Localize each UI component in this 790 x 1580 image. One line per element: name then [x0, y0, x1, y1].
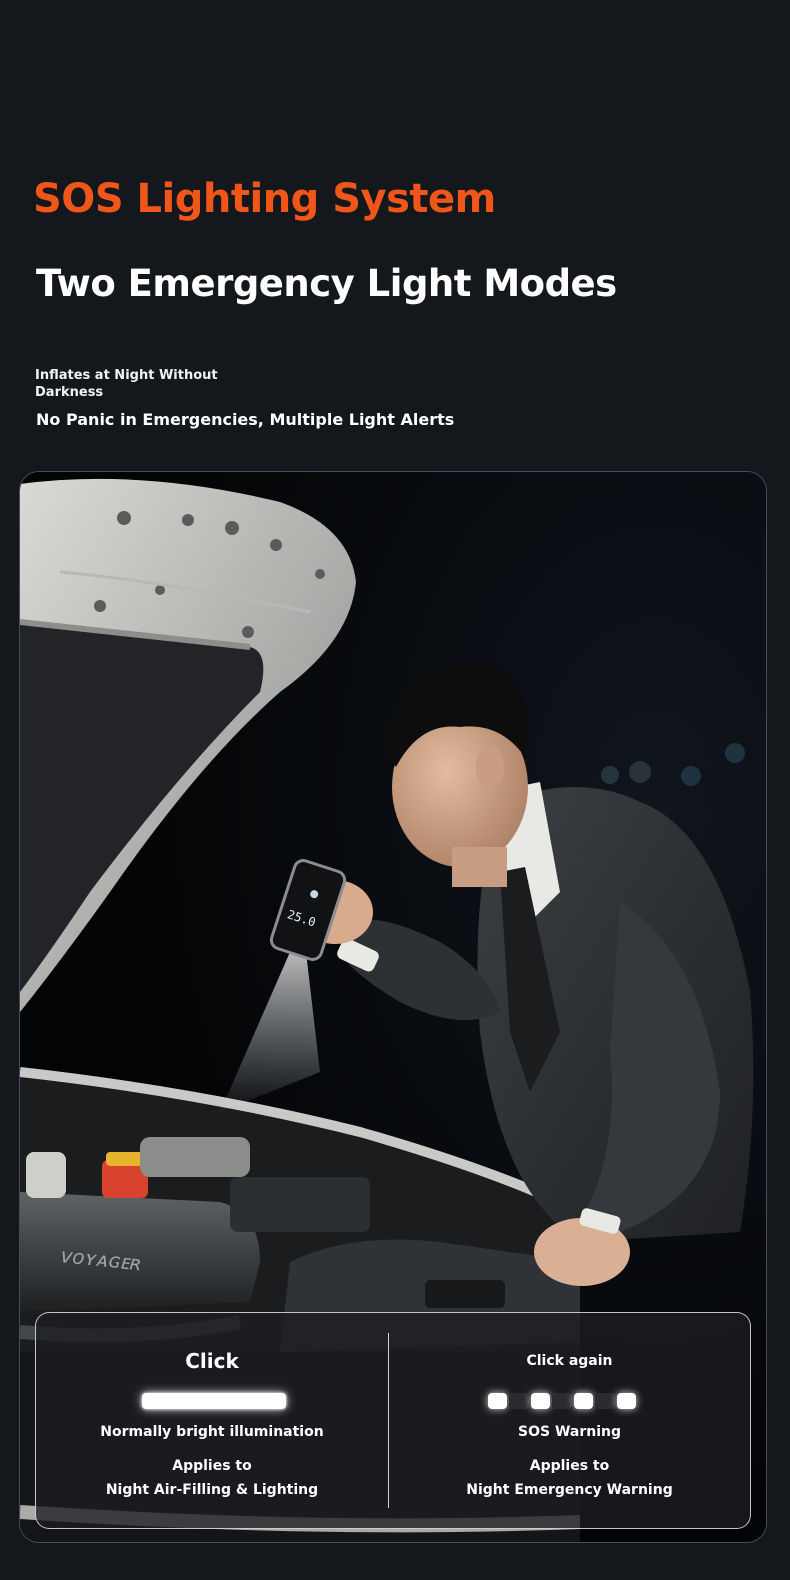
mode-sos: Click again SOS Warning Applies to Night…: [389, 1313, 750, 1528]
steady-light-indicator: [142, 1393, 286, 1409]
sos-segment: [595, 1393, 615, 1409]
mode-sos-label: SOS Warning: [518, 1424, 621, 1440]
section-subtitle: Two Emergency Light Modes: [36, 262, 617, 305]
mode-steady-applies: Applies to Night Air-Filling & Lighting: [36, 1454, 388, 1502]
mode-sos-action: Click again: [526, 1353, 613, 1369]
sos-light-indicator: [488, 1393, 636, 1409]
mode-sos-use-case: Night Emergency Warning: [466, 1482, 673, 1498]
sos-segment: [573, 1393, 594, 1409]
sos-segment: [488, 1393, 508, 1409]
sos-segment: [530, 1393, 551, 1409]
section-title: SOS Lighting System: [33, 176, 496, 222]
sos-segment: [616, 1393, 636, 1409]
tagline-small: Inflates at Night Without Darkness: [35, 368, 218, 400]
mode-sos-applies: Applies to Night Emergency Warning: [389, 1454, 750, 1502]
mode-steady: Click Normally bright illumination Appli…: [36, 1313, 388, 1528]
mode-steady-label: Normally bright illumination: [100, 1424, 324, 1440]
mode-steady-action: Click: [185, 1349, 239, 1373]
sos-segment: [509, 1393, 529, 1409]
tagline-main: No Panic in Emergencies, Multiple Light …: [36, 410, 455, 429]
sos-segment: [552, 1393, 572, 1409]
mode-steady-applies-label: Applies to: [172, 1458, 252, 1474]
mode-steady-use-case: Night Air-Filling & Lighting: [105, 1482, 319, 1498]
mode-sos-applies-label: Applies to: [529, 1458, 610, 1474]
light-modes-card: Click Normally bright illumination Appli…: [35, 1312, 751, 1529]
